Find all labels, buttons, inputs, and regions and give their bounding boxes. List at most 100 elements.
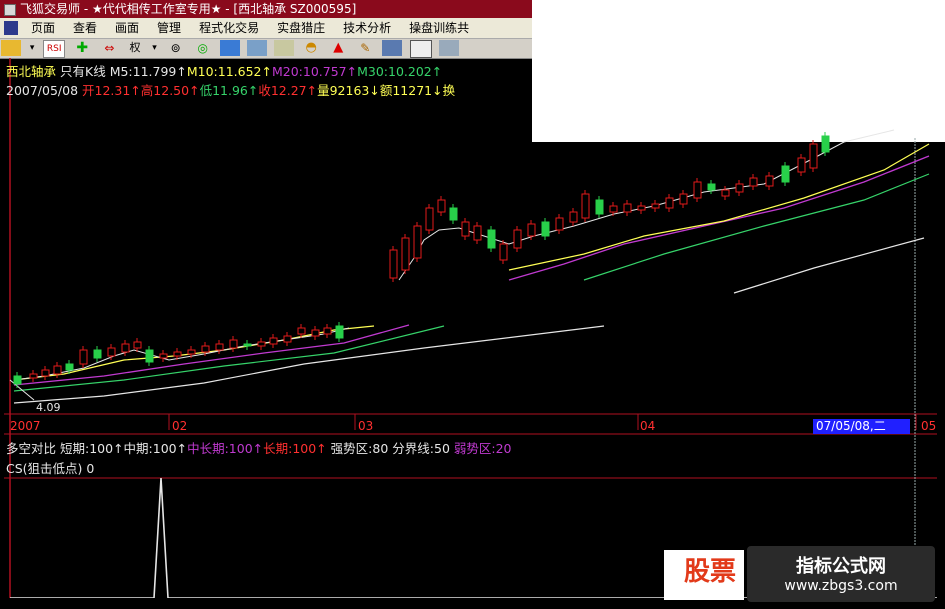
indicator-midlong: 中长期:100↑ <box>187 441 264 456</box>
candle-body <box>29 373 38 379</box>
window-icon[interactable] <box>438 40 459 56</box>
candle-body <box>133 341 142 349</box>
system-menu-icon[interactable] <box>4 21 18 35</box>
candle-body <box>595 199 604 215</box>
candle-body <box>93 349 102 359</box>
candle-body <box>145 349 154 363</box>
candle-body <box>437 199 446 213</box>
indicator-header: 多空对比 短期:100↑中期:100↑中长期:100↑长期:100↑ 强势区:8… <box>6 438 512 457</box>
chart-header-ohlc: 2007/05/08 开12.31↑高12.50↑低11.96↑收12.27↑量… <box>6 80 455 99</box>
candle-body <box>173 351 182 357</box>
link-icon[interactable]: ⇔ <box>99 40 119 56</box>
candle-body <box>609 205 618 213</box>
candle-body <box>311 329 320 337</box>
quan-dropdown-icon[interactable]: ▾ <box>151 40 159 56</box>
binoculars-icon[interactable]: ⊚ <box>166 40 186 56</box>
menu-live-hunt[interactable]: 实盘猎庄 <box>268 18 334 38</box>
stock-name: 西北轴承 <box>6 64 57 79</box>
candle-body <box>121 343 130 353</box>
menu-screen[interactable]: 画面 <box>106 18 148 38</box>
indicator-strong: 强势区:80 <box>330 441 389 456</box>
candle-body <box>651 203 660 209</box>
x-tick-05: 05 <box>921 419 937 433</box>
menu-trading-practice[interactable]: 操盘训练共 <box>400 18 478 38</box>
window-title-bar: 飞狐交易师 - ★代代相传工作室专用★ - [西北轴承 SZ000595] <box>0 0 532 18</box>
layout-icon[interactable] <box>382 40 403 56</box>
book-icon[interactable] <box>246 40 267 56</box>
menu-view[interactable]: 查看 <box>64 18 106 38</box>
candle-body <box>13 375 22 385</box>
candle-body <box>461 221 470 237</box>
candle-body <box>721 189 730 197</box>
volume-value: 量92163↓ <box>317 83 380 98</box>
alarm-icon[interactable]: ▲ <box>328 40 348 56</box>
candle-body <box>401 237 410 271</box>
candle-body <box>487 229 496 249</box>
candle-body <box>527 223 536 237</box>
toolbar: ▾ RSI ✚ ⇔ 权 ▾ ⊚ ◎ ◓ ▲ ✎ <box>0 39 532 59</box>
candle-body <box>693 181 702 199</box>
rsi-icon[interactable]: RSI <box>43 40 66 58</box>
notes-icon[interactable] <box>274 40 295 56</box>
candle-body <box>473 225 482 241</box>
candle-body <box>809 143 818 169</box>
candle-body <box>201 345 210 353</box>
kline-chart[interactable] <box>4 58 937 598</box>
candle-body <box>735 183 744 193</box>
low-value: 低11.96↑ <box>199 83 259 98</box>
menu-manage[interactable]: 管理 <box>148 18 190 38</box>
cursor-date-box: 07/05/08,二 <box>813 419 910 434</box>
ma10-value: M10:11.652↑ <box>186 64 272 79</box>
hardhat-icon[interactable]: ◓ <box>301 40 321 56</box>
candle-body <box>637 205 646 211</box>
crosshair-icon[interactable]: ✚ <box>72 40 92 56</box>
candle-body <box>159 353 168 359</box>
quan-button[interactable]: 权 <box>126 40 143 56</box>
dropdown-arrow-icon[interactable]: ▾ <box>28 40 36 56</box>
ma20-line-2 <box>583 173 930 281</box>
turnover-value: 换 <box>442 83 456 98</box>
candle-body <box>297 327 306 335</box>
x-tick-02: 02 <box>172 419 188 433</box>
indicator-boundary: 分界线:50 <box>392 441 450 456</box>
watermark-url: www.zbgs3.com <box>784 578 898 594</box>
candle-body <box>187 349 196 355</box>
chart-mode: 只有K线 <box>60 64 106 79</box>
grid-icon[interactable] <box>409 40 432 58</box>
candle-body <box>623 203 632 213</box>
candle-body <box>389 249 398 279</box>
candle-body <box>425 207 434 231</box>
cs-name: CS(狙击低点) <box>6 461 83 476</box>
target-icon[interactable]: ◎ <box>193 40 213 56</box>
calendar-icon[interactable] <box>219 40 240 56</box>
ma20-line-1 <box>13 325 445 392</box>
folder-icon[interactable] <box>1 40 21 56</box>
menu-technical-analysis[interactable]: 技术分析 <box>334 18 400 38</box>
ma30-line-2 <box>733 237 925 294</box>
candle-body <box>413 225 422 259</box>
candle-body <box>781 165 790 183</box>
x-tick-03: 03 <box>358 419 374 433</box>
candle-body <box>555 217 564 231</box>
candle-body <box>283 335 292 343</box>
indicator-long: 长期:100↑ <box>263 441 327 456</box>
menu-programmatic-trading[interactable]: 程式化交易 <box>190 18 268 38</box>
window-title: 飞狐交易师 - ★代代相传工作室专用★ - [西北轴承 SZ000595] <box>20 2 357 16</box>
candle-body <box>665 197 674 209</box>
candle-body <box>765 175 774 187</box>
price-line-2 <box>398 129 895 281</box>
candle-body <box>323 327 332 335</box>
candle-body <box>679 193 688 205</box>
candle-body <box>65 363 74 371</box>
candle-body <box>569 211 578 223</box>
menu-page[interactable]: 页面 <box>22 18 64 38</box>
x-tick-04: 04 <box>640 419 656 433</box>
indicator-mid: 中期:100↑ <box>123 441 188 456</box>
candle-body <box>581 193 590 219</box>
watermark-logo: 指标公式网 www.zbgs3.com <box>747 546 935 602</box>
indicator-name: 多空对比 <box>6 441 57 456</box>
x-tick-2007: 2007 <box>10 419 41 433</box>
candle-body <box>79 349 88 365</box>
pencil-icon[interactable]: ✎ <box>355 40 375 56</box>
candle-body <box>53 365 62 375</box>
